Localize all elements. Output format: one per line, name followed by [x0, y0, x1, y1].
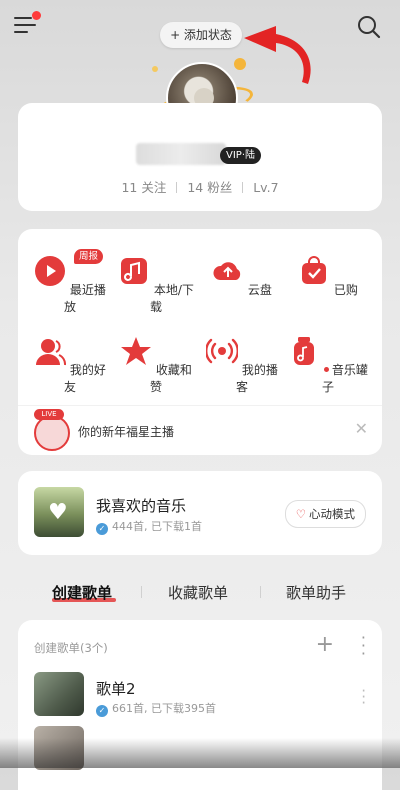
grid-item-friends[interactable]: 我的好友	[30, 335, 110, 395]
live-tag: LIVE	[34, 409, 64, 420]
grid-item-label: 已购	[333, 283, 358, 297]
playlist-title[interactable]: 歌单2	[96, 678, 136, 699]
music-folder-icon	[121, 258, 148, 284]
menu-line	[14, 24, 36, 26]
playlist-more-icon[interactable]: · · ·	[361, 684, 366, 711]
star-icon	[121, 337, 152, 365]
friends-icon	[36, 339, 67, 366]
liked-music-subtitle: ✓ 444首, 已下载1首	[96, 518, 202, 535]
shortcut-grid-card: 最近播放 周报 本地/下载 云盘 已购 我的好友 收藏和赞 我的播客 音乐罐子 …	[18, 229, 382, 455]
grid-item-label: 本地/下载	[149, 283, 194, 314]
menu-line	[14, 17, 32, 19]
playlist-subtitle: ✓ 661首, 已下载395首	[96, 700, 216, 717]
created-playlists-header: 创建歌单(3个)	[34, 641, 108, 655]
grid-item-label: 我的播客	[235, 363, 278, 394]
check-icon: ✓	[96, 705, 108, 717]
podcast-icon	[205, 338, 240, 364]
planet-decoration	[234, 58, 246, 70]
liked-music-title: 我喜欢的音乐	[96, 497, 187, 515]
username-blurred[interactable]	[136, 143, 226, 165]
shopping-bag-icon	[302, 256, 327, 284]
search-icon[interactable]	[356, 14, 382, 40]
grid-item-label: 云盘	[247, 283, 272, 297]
cloud-upload-icon	[213, 262, 241, 280]
tab-separator	[141, 586, 142, 598]
grid-item-label: 音乐罐子	[321, 363, 368, 394]
grid-item-purchased[interactable]: 已购	[288, 255, 368, 298]
grid-item-podcast[interactable]: 我的播客	[202, 335, 282, 395]
notification-dot	[32, 11, 41, 20]
liked-music-card[interactable]: ♥ 我喜欢的音乐 ✓ 444首, 已下载1首 ♡ 心动模式	[18, 471, 382, 555]
live-host-avatar[interactable]	[34, 415, 70, 451]
new-dot	[323, 367, 329, 372]
tab-collected-playlists[interactable]: 收藏歌单	[168, 582, 228, 603]
music-jar-icon	[294, 337, 315, 365]
heart-icon: ♥	[48, 500, 68, 525]
profile-stats: 11 关注 14 粉丝 Lv.7	[18, 177, 382, 196]
grid-item-label: 收藏和赞	[149, 363, 192, 394]
check-icon: ✓	[96, 523, 108, 535]
grid-item-cloud[interactable]: 云盘	[202, 255, 282, 298]
follows-count[interactable]: 11 关注	[121, 180, 166, 195]
grid-item-music-jar[interactable]: 音乐罐子	[288, 335, 368, 395]
live-banner-text[interactable]: 你的新年福星主播	[78, 423, 174, 440]
menu-button[interactable]	[14, 11, 41, 36]
tab-playlist-assistant[interactable]: 歌单助手	[286, 582, 346, 603]
profile-card: VIP·陆 11 关注 14 粉丝 Lv.7	[18, 103, 382, 211]
heart-outline-icon: ♡	[295, 507, 306, 521]
star-decoration	[152, 66, 158, 72]
fans-count[interactable]: 14 粉丝	[187, 180, 232, 195]
divider	[18, 405, 382, 406]
weekly-report-badge: 周报	[74, 249, 104, 264]
playlist-cover[interactable]	[34, 672, 84, 716]
liked-music-cover: ♥	[34, 487, 84, 537]
add-playlist-icon[interactable]: +	[316, 632, 334, 657]
more-options-icon[interactable]: · · ·	[361, 630, 366, 662]
tab-separator	[260, 586, 261, 598]
tab-created-playlists[interactable]: 创建歌单	[52, 582, 112, 603]
grid-item-label: 我的好友	[63, 363, 106, 394]
heart-mode-button[interactable]: ♡ 心动模式	[284, 500, 366, 528]
grid-item-recent-play[interactable]: 最近播放	[30, 255, 110, 315]
grid-item-label: 最近播放	[63, 283, 106, 314]
level-label[interactable]: Lv.7	[253, 180, 278, 195]
menu-line	[14, 31, 28, 33]
close-icon[interactable]: ✕	[355, 419, 368, 438]
bottom-overlay	[0, 738, 400, 768]
add-status-button[interactable]: + 添加状态	[160, 22, 242, 48]
vip-badge[interactable]: VIP·陆	[220, 147, 261, 164]
grid-item-local-download[interactable]: 本地/下载	[116, 255, 196, 315]
play-icon	[35, 256, 66, 286]
grid-item-collect-like[interactable]: 收藏和赞	[116, 335, 196, 395]
